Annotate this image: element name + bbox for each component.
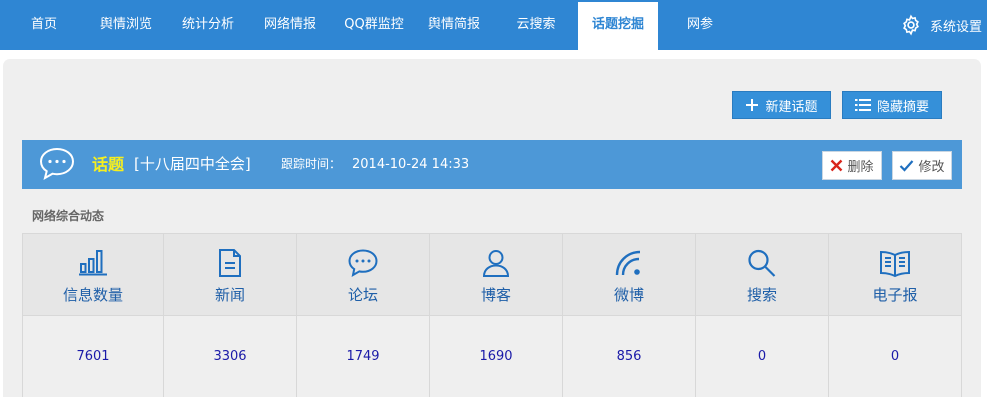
search-icon — [748, 249, 776, 277]
nav-item-statistics[interactable]: 统计分析 — [168, 0, 248, 50]
top-navigation-bar: 首页 舆情浏览 统计分析 网络情报 QQ群监控 舆情简报 云搜索 话题挖掘 网参… — [0, 0, 987, 50]
topic-name: [十八届四中全会] — [134, 155, 251, 173]
stat-column-epaper: 电子报 0 — [829, 234, 962, 397]
stat-label: 信息数量 — [62, 286, 123, 304]
chat-bubble-icon — [39, 147, 75, 181]
chat-bubble-icon — [348, 249, 378, 277]
stat-value[interactable]: 1749 — [297, 349, 429, 364]
stat-header: 信息数量 — [23, 234, 163, 316]
gear-icon — [903, 14, 919, 36]
stat-column-blog: 博客 1690 — [430, 234, 563, 397]
stat-label: 论坛 — [347, 286, 378, 304]
delete-button[interactable]: 删除 — [822, 151, 882, 180]
settings-label: 系统设置 — [929, 19, 982, 35]
stat-column-search: 搜索 0 — [696, 234, 829, 397]
edit-button[interactable]: 修改 — [892, 151, 952, 180]
stat-value[interactable]: 7601 — [23, 349, 163, 364]
stat-value[interactable]: 1690 — [430, 349, 562, 364]
stat-header: 电子报 — [829, 234, 961, 316]
hide-summary-button[interactable]: 隐藏摘要 — [842, 91, 942, 119]
stat-value[interactable]: 3306 — [164, 349, 296, 364]
stat-label: 新闻 — [214, 286, 245, 304]
stat-value[interactable]: 0 — [829, 349, 961, 364]
nav-item-topic-mining[interactable]: 话题挖掘 — [578, 2, 658, 50]
stat-header: 微博 — [563, 234, 695, 316]
topic-header-bar: 话题 [十八届四中全会] 跟踪时间： 2014-10-24 14:33 — [22, 140, 962, 189]
section-title: 网络综合动态 — [32, 209, 105, 223]
user-icon — [482, 250, 510, 277]
nav-item-sentiment-brief[interactable]: 舆情简报 — [414, 0, 494, 50]
new-topic-button[interactable]: 新建话题 — [732, 91, 831, 119]
tracking-time-value: 2014-10-24 14:33 — [352, 157, 470, 172]
rss-icon — [615, 250, 641, 276]
stat-label: 微博 — [613, 286, 644, 304]
stat-column-weibo: 微博 856 — [563, 234, 696, 397]
delete-x-icon — [831, 159, 843, 172]
tracking-time-label: 跟踪时间： — [281, 157, 342, 171]
stat-header: 新闻 — [164, 234, 296, 316]
stats-table: 信息数量 7601 新闻 3306 论坛 1749 博客 1690 微博 856… — [22, 233, 962, 397]
checkmark-icon — [900, 160, 914, 172]
list-icon — [854, 99, 871, 111]
stat-label: 博客 — [480, 286, 511, 304]
stat-column-forum: 论坛 1749 — [297, 234, 430, 397]
stat-label: 搜索 — [746, 286, 777, 304]
nav-item-home[interactable]: 首页 — [14, 0, 74, 50]
delete-label: 删除 — [847, 160, 874, 175]
stat-header: 论坛 — [297, 234, 429, 316]
nav-item-cloud-search[interactable]: 云搜索 — [498, 0, 574, 50]
plus-icon — [746, 99, 759, 111]
nav-item-qq-group-monitor[interactable]: QQ群监控 — [332, 0, 416, 50]
topic-prefix-label: 话题 — [92, 155, 125, 174]
nav-item-network-intel[interactable]: 网络情报 — [250, 0, 330, 50]
document-icon — [219, 249, 241, 277]
newspaper-icon — [880, 250, 910, 278]
stat-header: 搜索 — [696, 234, 828, 316]
stat-value[interactable]: 0 — [696, 349, 828, 364]
stat-column-news: 新闻 3306 — [164, 234, 297, 397]
stat-value[interactable]: 856 — [563, 349, 695, 364]
stat-header: 博客 — [430, 234, 562, 316]
edit-label: 修改 — [918, 160, 945, 175]
new-topic-label: 新建话题 — [765, 99, 818, 115]
hide-summary-label: 隐藏摘要 — [876, 99, 929, 115]
bar-chart-icon — [79, 250, 107, 276]
stat-label: 电子报 — [872, 286, 918, 304]
nav-item-sentiment-browse[interactable]: 舆情浏览 — [86, 0, 166, 50]
nav-item-wangcan[interactable]: 网参 — [670, 0, 730, 50]
settings-button[interactable]: 系统设置 — [900, 0, 982, 50]
stat-column-total: 信息数量 7601 — [23, 234, 164, 397]
